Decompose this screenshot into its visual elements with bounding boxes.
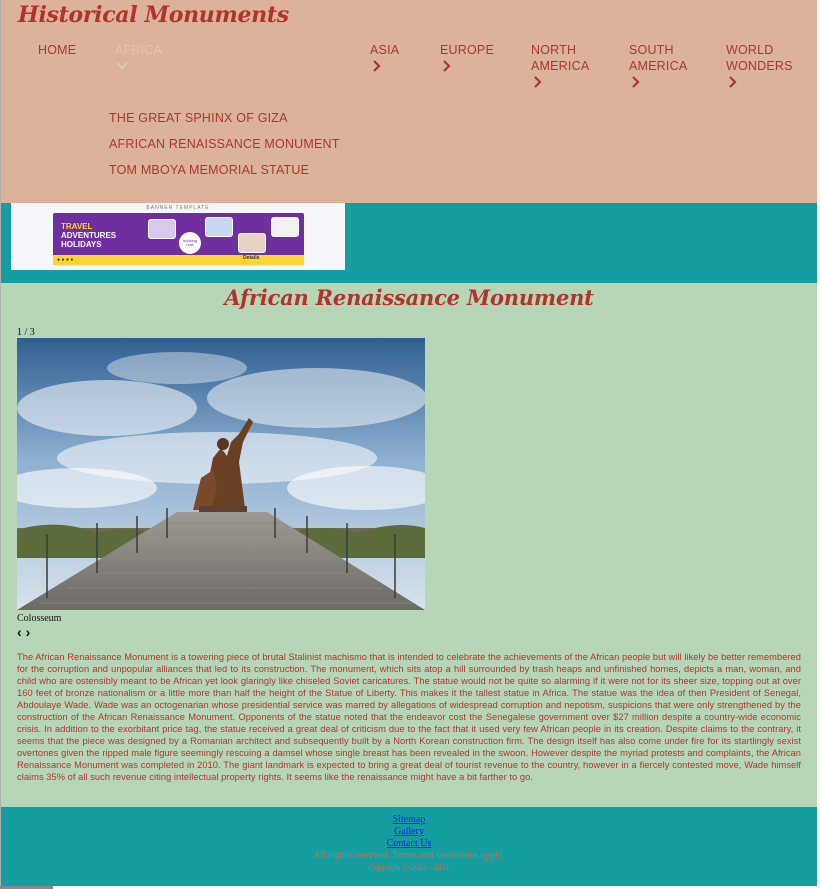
ad-title-line1: TRAVEL xyxy=(61,222,93,231)
ad-card: TRAVEL ADVENTURES HOLIDAYS booking now ●… xyxy=(53,213,304,265)
africa-dropdown-menu: THE GREAT SPHINX OF GIZA AFRICAN RENAISS… xyxy=(109,110,340,188)
nav-world-wonders-label[interactable]: WORLD WONDERS xyxy=(726,43,793,73)
footer-rights: All rights reserved. Terms and condition… xyxy=(313,850,505,861)
ad-booking-badge-text: booking now xyxy=(182,238,197,247)
slide-caption: Colosseum xyxy=(17,613,62,624)
nav-world-wonders[interactable]: WORLD WONDERS xyxy=(726,42,806,89)
next-slide-button[interactable]: › xyxy=(26,624,31,640)
banner-band: BANNER TEMPLATE TRAVEL ADVENTURES HOLIDA… xyxy=(1,203,817,283)
nav-south-america[interactable]: SOUTH AMERICA xyxy=(629,42,699,89)
page-title: African Renaissance Monument xyxy=(224,285,594,310)
dropdown-item-tom-mboya[interactable]: TOM MBOYA MEMORIAL STATUE xyxy=(109,162,340,188)
ad-photo-thumb xyxy=(271,217,299,237)
prev-slide-button[interactable]: ‹ xyxy=(17,624,22,640)
ad-photo-thumb xyxy=(148,219,176,239)
ad-title: TRAVEL ADVENTURES HOLIDAYS xyxy=(61,222,116,249)
footer-sitemap-link[interactable]: Sitemap xyxy=(1,814,817,826)
chevron-right-icon[interactable] xyxy=(370,59,384,73)
nav-asia[interactable]: ASIA xyxy=(370,42,399,73)
nav-home[interactable]: HOME xyxy=(38,42,76,58)
nav-south-america-label[interactable]: SOUTH AMERICA xyxy=(629,43,687,73)
nav-europe-label[interactable]: EUROPE xyxy=(440,43,494,57)
site-header: Historical Monuments HOME AFRICA ASIA EU… xyxy=(1,0,817,203)
monument-description: The African Renaissance Monument is a to… xyxy=(17,652,801,782)
chevron-right-icon[interactable] xyxy=(440,59,454,73)
chevron-right-icon[interactable] xyxy=(629,75,643,89)
nav-north-america-label[interactable]: NORTH AMERICA xyxy=(531,43,589,73)
monument-photo xyxy=(17,338,425,610)
ad-photo-thumb xyxy=(205,217,233,237)
ad-title-line2: ADVENTURES xyxy=(61,231,117,240)
ad-cta[interactable]: Details xyxy=(243,255,259,261)
nav-africa-label[interactable]: AFRICA xyxy=(115,43,162,57)
chevron-right-icon[interactable] xyxy=(531,75,545,89)
chevron-right-icon[interactable] xyxy=(726,75,740,89)
monument-image xyxy=(17,338,425,610)
main-content: African Renaissance Monument 1 / 3 Colos… xyxy=(1,283,817,807)
site-title[interactable]: Historical Monuments xyxy=(18,2,289,28)
ad-booking-badge: booking now xyxy=(179,232,201,254)
dropdown-item-african-renaissance[interactable]: AFRICAN RENAISSANCE MONUMENT xyxy=(109,136,340,162)
travel-ad-banner[interactable]: BANNER TEMPLATE TRAVEL ADVENTURES HOLIDA… xyxy=(11,203,345,270)
nav-north-america[interactable]: NORTH AMERICA xyxy=(531,42,601,89)
dropdown-item-sphinx[interactable]: THE GREAT SPHINX OF GIZA xyxy=(109,110,340,136)
nav-home-label[interactable]: HOME xyxy=(38,43,76,57)
site-footer: Sitemap Gallery Contact Us All rights re… xyxy=(1,807,817,886)
slide-controls: ‹ › xyxy=(17,625,30,639)
nav-asia-label[interactable]: ASIA xyxy=(370,43,399,57)
ad-stripe xyxy=(53,255,304,265)
footer-gallery-link[interactable]: Gallery xyxy=(1,826,817,838)
footer-contact-link[interactable]: Contact Us xyxy=(1,838,817,850)
ad-title-line3: HOLIDAYS xyxy=(61,240,102,249)
footer-copyright: Copyright © 2021 - 2021 xyxy=(368,863,450,872)
ad-template-header: BANNER TEMPLATE xyxy=(146,205,210,211)
chevron-down-icon[interactable] xyxy=(115,59,129,73)
nav-africa[interactable]: AFRICA xyxy=(115,42,162,73)
ad-photo-thumb xyxy=(238,233,266,253)
ad-contact-dots: ● ● ● ● xyxy=(57,257,74,263)
nav-europe[interactable]: EUROPE xyxy=(440,42,494,73)
slide-counter: 1 / 3 xyxy=(17,327,35,338)
